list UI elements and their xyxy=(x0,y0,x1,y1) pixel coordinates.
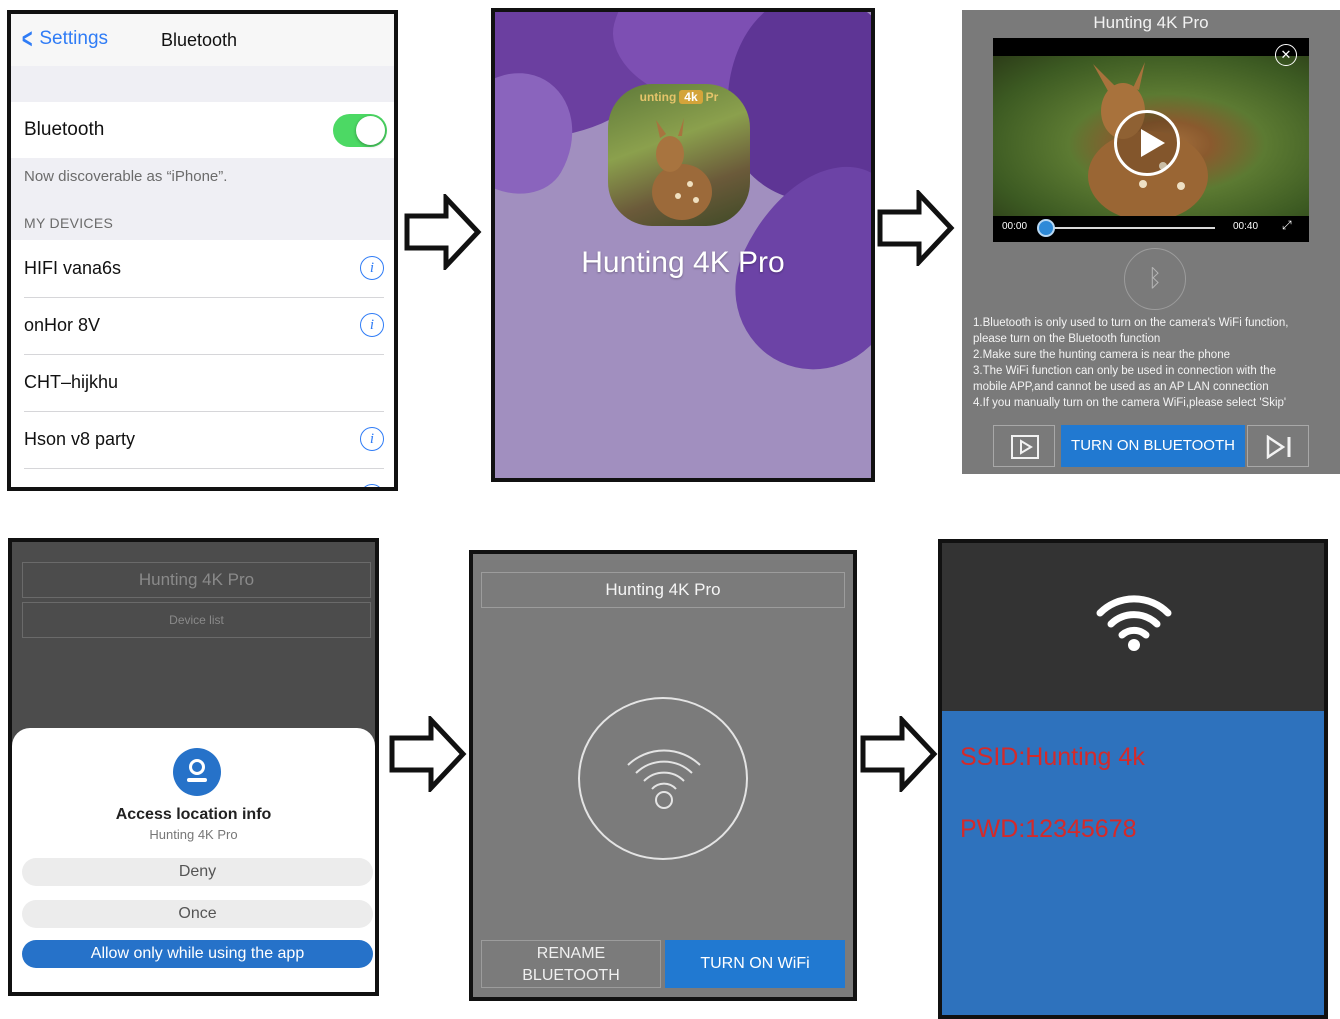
info-icon[interactable]: i xyxy=(360,313,384,337)
wifi-icon xyxy=(1096,595,1172,651)
device-list: HIFI vana6s i onHor 8V i CHT–hijkhu Hson… xyxy=(11,240,394,487)
turn-on-bluetooth-button[interactable]: TURN ON BLUETOOTH xyxy=(1061,425,1245,467)
bluetooth-settings-screen: < Settings Bluetooth Bluetooth Now disco… xyxy=(7,10,398,491)
app-icon-badge: 4k xyxy=(679,90,703,104)
device-list-tab[interactable]: Device list xyxy=(22,602,371,638)
arrow-right-icon xyxy=(389,716,467,792)
instructions: 1.Bluetooth is only used to turn on the … xyxy=(973,315,1335,411)
turn-on-wifi-button[interactable]: TURN ON WiFi xyxy=(665,940,845,988)
wifi-circle[interactable] xyxy=(578,697,748,860)
device-row[interactable]: Hson v8 party i xyxy=(24,411,384,469)
arrow-right-icon xyxy=(877,190,955,266)
chevron-left-icon: < xyxy=(21,23,33,54)
bluetooth-icon: ᛒ xyxy=(1124,248,1186,310)
instruction-line: 2.Make sure the hunting camera is near t… xyxy=(973,349,1230,361)
device-name: Hson v8 party xyxy=(24,429,136,449)
location-pin-icon xyxy=(173,748,221,796)
allow-while-using-button[interactable]: Allow only while using the app xyxy=(22,940,373,968)
info-icon[interactable]: i xyxy=(360,427,384,451)
device-name: HIFI vana6s xyxy=(24,258,122,278)
device-name: CHT–hijkhu xyxy=(24,372,119,392)
nav-title: Bluetooth xyxy=(161,30,238,50)
nav-bar: < Settings Bluetooth xyxy=(11,14,394,66)
device-row[interactable]: CHT–hijkhu xyxy=(24,354,384,412)
splash-title: Hunting 4K Pro xyxy=(581,246,785,279)
section-header: MY DEVICES xyxy=(24,215,114,231)
screen-title: Hunting 4K Pro xyxy=(1093,13,1209,32)
instruction-line: 1.Bluetooth is only used to turn on the … xyxy=(973,317,1289,329)
action-row: TURN ON BLUETOOTH xyxy=(993,425,1309,467)
bluetooth-row: Bluetooth xyxy=(11,102,394,158)
progress-track[interactable] xyxy=(1045,227,1215,229)
device-name: onHor 8V xyxy=(24,315,101,335)
play-icon[interactable] xyxy=(1114,110,1180,176)
deny-button[interactable]: Deny xyxy=(22,858,373,886)
bluetooth-toggle[interactable] xyxy=(333,114,387,147)
device-row-partial[interactable] xyxy=(24,468,384,487)
discoverable-text: Now discoverable as “iPhone”. xyxy=(24,168,228,185)
bluetooth-intro-screen: Hunting 4K Pro ✕ 00:00 00:40 ⤢ ᛒ 1.Bluet… xyxy=(962,10,1340,474)
instruction-line: mobile APP,and cannot be used as an AP L… xyxy=(973,381,1269,393)
app-icon-text: unting xyxy=(639,90,677,104)
close-icon[interactable]: ✕ xyxy=(1275,44,1297,66)
info-icon[interactable]: i xyxy=(360,256,384,280)
info-icon[interactable] xyxy=(360,484,384,487)
play-triangle xyxy=(1141,129,1165,157)
wifi-icon xyxy=(627,749,701,809)
instruction-line: 3.The WiFi function can only be used in … xyxy=(973,365,1277,377)
rename-line: RENAME xyxy=(536,945,606,962)
fullscreen-icon[interactable]: ⤢ xyxy=(1282,218,1294,233)
once-button[interactable]: Once xyxy=(22,900,373,928)
wifi-credentials-screen: SSID:Hunting 4k PWD:12345678 xyxy=(938,539,1328,1019)
dialog-subtitle: Hunting 4K Pro xyxy=(149,827,238,842)
time-end: 00:40 xyxy=(1233,221,1259,232)
password-text: PWD:12345678 xyxy=(960,815,1137,843)
instruction-line: 4.If you manually turn on the camera WiF… xyxy=(973,397,1287,409)
back-button[interactable]: < Settings xyxy=(19,23,109,54)
pin-ring xyxy=(189,759,205,775)
header-title: Hunting 4K Pro xyxy=(22,562,371,598)
bluetooth-label: Bluetooth xyxy=(24,119,105,140)
app-icon-text: Pr xyxy=(705,90,719,104)
splash-screen: unting 4k Pr Hunting 4K Pro xyxy=(491,8,875,482)
location-permission-screen: Hunting 4K Pro Device list Access locati… xyxy=(8,538,379,996)
progress-handle[interactable] xyxy=(1037,219,1055,237)
app-icon: unting 4k Pr xyxy=(608,84,750,226)
video-player[interactable]: ✕ 00:00 00:40 ⤢ xyxy=(993,38,1309,242)
ssid-text: SSID:Hunting 4k xyxy=(960,743,1145,771)
toggle-knob xyxy=(356,116,385,145)
permission-dialog: Access location info Hunting 4K Pro Deny… xyxy=(12,728,375,992)
time-start: 00:00 xyxy=(1002,221,1028,232)
skip-icon xyxy=(1266,435,1291,459)
play-box-icon xyxy=(1011,435,1039,459)
app-icon-label: unting 4k Pr xyxy=(608,90,750,104)
deer-image xyxy=(652,118,712,220)
device-row[interactable]: onHor 8V i xyxy=(24,297,384,355)
device-row[interactable]: HIFI vana6s i xyxy=(24,240,384,298)
screen-title: Hunting 4K Pro xyxy=(481,572,845,608)
skip-button[interactable] xyxy=(1247,425,1309,467)
back-label: Settings xyxy=(39,28,109,49)
play-video-button[interactable] xyxy=(993,425,1055,467)
rename-line: BLUETOOTH xyxy=(522,967,620,984)
pin-base xyxy=(187,778,207,782)
dialog-title: Access location info xyxy=(115,806,272,823)
arrow-right-icon xyxy=(860,716,938,792)
arrow-right-icon xyxy=(404,194,482,270)
wifi-header xyxy=(942,543,1324,711)
rename-bluetooth-button[interactable]: RENAME BLUETOOTH xyxy=(481,940,661,988)
wifi-connect-screen: Hunting 4K Pro RENAME BLUETOOTH TURN ON … xyxy=(469,550,857,1001)
instruction-line: please turn on the Bluetooth function xyxy=(973,333,1161,345)
